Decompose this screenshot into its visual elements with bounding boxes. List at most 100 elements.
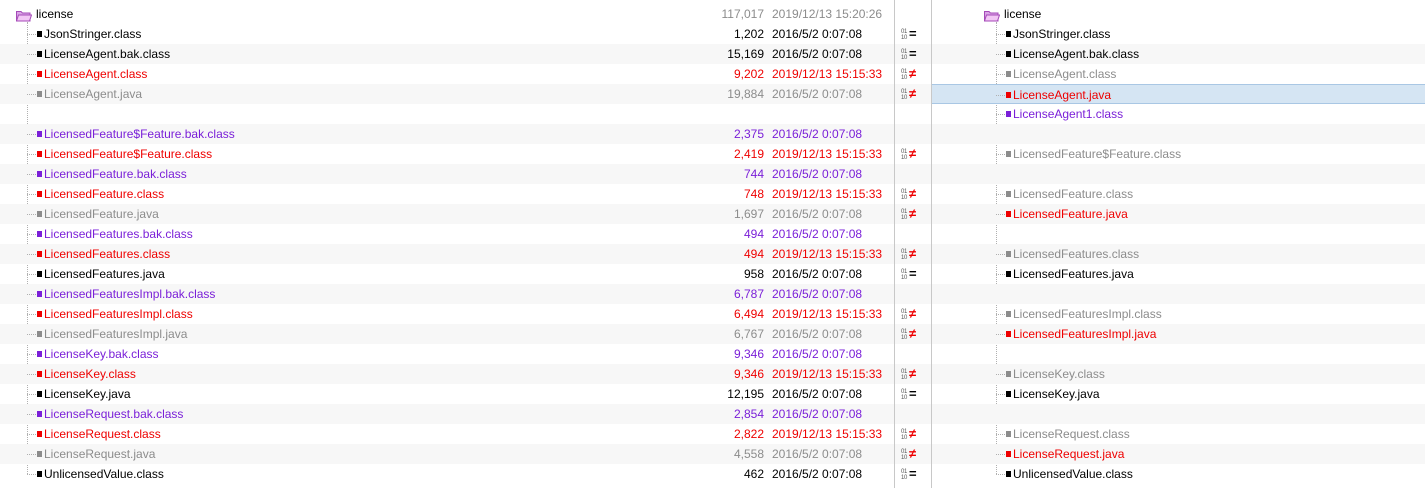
file-icon xyxy=(37,411,42,417)
file-row[interactable]: LicenseAgent.bak.class 15,169 2016/5/2 0:0… xyxy=(0,44,894,64)
file-row[interactable]: LicensedFeature.java 1,697 2016/5/2 0:07:0… xyxy=(0,204,894,224)
file-row[interactable]: LicensedFeature$Feature.class 2,419 2019/1… xyxy=(0,144,894,164)
file-row[interactable]: LicenseKey.bak.class 9,346 2016/5/2 0:07:0… xyxy=(0,344,894,364)
file-row[interactable]: LicensedFeatures.class xyxy=(932,244,1425,264)
compare-cell[interactable]: 0 1 1 0 ≠ xyxy=(895,304,931,324)
file-row[interactable]: UnlicensedValue.class 462 2016/5/2 0:07:08 xyxy=(0,464,894,484)
file-date: 2019/12/13 15:15:33 xyxy=(772,147,883,161)
file-row[interactable]: JsonStringer.class xyxy=(932,24,1425,44)
file-name: LicenseRequest.java xyxy=(44,447,156,461)
compare-cell[interactable]: 0 1 1 0 ≠ xyxy=(895,144,931,164)
file-row[interactable]: LicenseKey.java 12,195 2016/5/2 0:07:08 xyxy=(0,384,894,404)
file-row[interactable]: LicenseAgent1.class xyxy=(932,104,1425,124)
file-icon xyxy=(1006,271,1011,277)
file-row[interactable]: LicenseAgent.java xyxy=(932,84,1425,104)
compare-detail-icon: 0110 xyxy=(901,67,909,81)
file-row[interactable]: LicensedFeatures.class 494 2019/12/13 15:1… xyxy=(0,244,894,264)
compare-cell[interactable]: 0 1 1 0 = xyxy=(895,44,931,64)
compare-cell[interactable]: 0 1 1 0 ≠ xyxy=(895,364,931,384)
file-size: 6,494 xyxy=(733,307,764,321)
file-row[interactable]: LicenseAgent.class 9,202 2019/12/13 15:15:… xyxy=(0,64,894,84)
empty-row xyxy=(932,344,1425,364)
file-row[interactable]: LicensedFeature$Feature.class xyxy=(932,144,1425,164)
file-name: LicenseKey.class xyxy=(1013,367,1105,381)
file-icon xyxy=(37,471,42,477)
file-date: 2016/5/2 0:07:08 xyxy=(772,87,863,101)
compare-cell[interactable]: 0 1 1 0 = xyxy=(895,464,931,484)
compare-cell[interactable]: 0 1 1 0 ≠ xyxy=(895,444,931,464)
file-row[interactable]: LicensedFeature$Feature.bak.class 2,375 20… xyxy=(0,124,894,144)
file-date: 2016/5/2 0:07:08 xyxy=(772,347,863,361)
compare-cell[interactable]: 0 1 1 0 ≠ xyxy=(895,64,931,84)
file-name: LicensedFeatures.class xyxy=(1013,247,1140,261)
file-row[interactable]: LicensedFeaturesImpl.java xyxy=(932,324,1425,344)
folder-row[interactable]: license 117,017 2019/12/13 15:20:26 xyxy=(0,4,894,24)
file-row[interactable]: LicensedFeatures.java xyxy=(932,264,1425,284)
file-row[interactable]: LicenseKey.class xyxy=(932,364,1425,384)
file-row[interactable]: LicenseRequest.class xyxy=(932,424,1425,444)
svg-text:0: 0 xyxy=(904,255,908,261)
file-name: LicensedFeatures.java xyxy=(44,267,165,281)
file-row[interactable]: LicenseAgent.bak.class xyxy=(932,44,1425,64)
compare-cell[interactable]: 0 1 1 0 = xyxy=(895,264,931,284)
file-row[interactable]: LicenseKey.class 9,346 2019/12/13 15:15:33 xyxy=(0,364,894,384)
file-row[interactable]: LicenseAgent.java 19,884 2016/5/2 0:07:08 xyxy=(0,84,894,104)
file-size: 1,697 xyxy=(733,207,764,221)
svg-text:0: 0 xyxy=(904,335,908,341)
right-folder-pane[interactable]: license JsonStringer.class LicenseAgent.ba… xyxy=(932,0,1425,488)
compare-cell[interactable]: 0 1 1 0 ≠ xyxy=(895,84,931,104)
equal-icon: = xyxy=(909,266,917,281)
file-row[interactable]: LicensedFeaturesImpl.java 6,767 2016/5/2 0… xyxy=(0,324,894,344)
file-row[interactable]: LicensedFeature.bak.class 744 2016/5/2 0:0… xyxy=(0,164,894,184)
file-row[interactable]: LicenseRequest.bak.class 2,854 2016/5/2 0:… xyxy=(0,404,894,424)
file-row[interactable]: JsonStringer.class 1,202 2016/5/2 0:07:08 xyxy=(0,24,894,44)
compare-cell-empty xyxy=(895,104,931,124)
compare-cell[interactable]: 0 1 1 0 ≠ xyxy=(895,424,931,444)
file-size: 748 xyxy=(743,187,764,201)
left-folder-pane[interactable]: license 117,017 2019/12/13 15:20:26 JsonStr… xyxy=(0,0,894,488)
compare-detail-icon: 0110 xyxy=(901,147,909,161)
compare-cell[interactable]: 0 1 1 0 ≠ xyxy=(895,204,931,224)
file-name: LicenseAgent1.class xyxy=(1013,107,1124,121)
compare-cell[interactable]: 0 1 1 0 = xyxy=(895,384,931,404)
file-row[interactable]: LicenseRequest.class 2,822 2019/12/13 15:1… xyxy=(0,424,894,444)
file-size: 9,346 xyxy=(733,347,764,361)
file-row[interactable]: LicensedFeaturesImpl.bak.class 6,787 2016/… xyxy=(0,284,894,304)
file-icon xyxy=(37,211,42,217)
equal-icon: = xyxy=(909,466,917,481)
file-name: UnlicensedValue.class xyxy=(44,467,164,481)
file-row[interactable]: LicenseRequest.java 4,558 2016/5/2 0:07:08 xyxy=(0,444,894,464)
file-row[interactable]: LicenseRequest.java xyxy=(932,444,1425,464)
compare-cell[interactable]: 0 1 1 0 = xyxy=(895,24,931,44)
compare-cell[interactable]: 0 1 1 0 ≠ xyxy=(895,324,931,344)
file-row[interactable]: LicensedFeaturesImpl.class 6,494 2019/12/1… xyxy=(0,304,894,324)
file-size: 9,346 xyxy=(733,367,764,381)
file-name: LicensedFeature.class xyxy=(1013,187,1134,201)
file-name: LicensedFeaturesImpl.java xyxy=(1013,327,1157,341)
file-name: LicenseRequest.bak.class xyxy=(44,407,184,421)
compare-cell-empty xyxy=(895,284,931,304)
folder-row[interactable]: license xyxy=(932,4,1425,24)
compare-detail-icon: 0110 xyxy=(901,267,909,281)
file-row[interactable]: LicensedFeatures.java 958 2016/5/2 0:07:08 xyxy=(0,264,894,284)
file-row[interactable]: LicensedFeatures.bak.class 494 2016/5/2 0:… xyxy=(0,224,894,244)
compare-cell[interactable]: 0 1 1 0 ≠ xyxy=(895,184,931,204)
file-name: LicensedFeatures.java xyxy=(1013,267,1134,281)
file-row[interactable]: UnlicensedValue.class xyxy=(932,464,1425,484)
svg-text:0: 0 xyxy=(904,315,908,321)
file-icon xyxy=(37,391,42,397)
not-equal-icon: ≠ xyxy=(909,426,917,441)
compare-cell[interactable]: 0 1 1 0 ≠ xyxy=(895,244,931,264)
file-row[interactable]: LicenseAgent.class xyxy=(932,64,1425,84)
compare-cell-empty xyxy=(895,344,931,364)
file-row[interactable]: LicensedFeature.class 748 2019/12/13 15:15… xyxy=(0,184,894,204)
file-icon xyxy=(37,31,42,37)
file-row[interactable]: LicensedFeature.class xyxy=(932,184,1425,204)
file-row[interactable]: LicensedFeaturesImpl.class xyxy=(932,304,1425,324)
file-row[interactable]: LicensedFeature.java xyxy=(932,204,1425,224)
file-icon xyxy=(37,371,42,377)
file-name: LicensedFeature$Feature.bak.class xyxy=(44,127,235,141)
file-row[interactable]: LicenseKey.java xyxy=(932,384,1425,404)
file-date: 2016/5/2 0:07:08 xyxy=(772,267,863,281)
not-equal-icon: ≠ xyxy=(909,446,917,461)
